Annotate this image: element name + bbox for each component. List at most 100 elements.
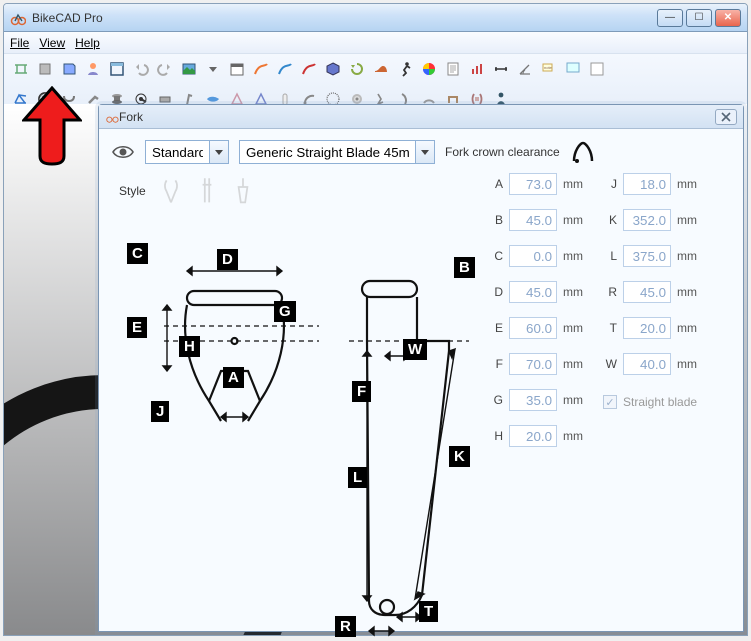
param-input-c[interactable]: [509, 245, 557, 267]
param-unit: mm: [563, 393, 583, 407]
standard-dropdown-button[interactable]: [209, 140, 229, 164]
angle-icon[interactable]: [514, 58, 536, 80]
menu-file[interactable]: File: [10, 36, 29, 50]
standard-combo[interactable]: [145, 140, 229, 164]
param-label: H: [489, 429, 503, 443]
fork-diagram: [109, 221, 489, 641]
crown-clearance-icon[interactable]: [570, 139, 596, 165]
menu-help[interactable]: Help: [75, 36, 100, 50]
color-wheel-icon[interactable]: [418, 58, 440, 80]
diagram-tag-g: G: [274, 301, 296, 322]
maximize-button[interactable]: ☐: [686, 9, 712, 27]
swoosh3-icon[interactable]: [298, 58, 320, 80]
menu-view[interactable]: View: [39, 36, 65, 50]
param-unit: mm: [563, 429, 583, 443]
diagram-tag-a: A: [223, 367, 244, 388]
param-unit: mm: [563, 285, 583, 299]
param-input-e[interactable]: [509, 317, 557, 339]
style-option-1-icon[interactable]: [160, 176, 182, 206]
tutorial-arrow: [22, 86, 82, 166]
chart-icon[interactable]: [466, 58, 488, 80]
param-d: Dmm: [489, 281, 583, 303]
blade-input[interactable]: [239, 140, 415, 164]
rotate-icon[interactable]: [346, 58, 368, 80]
param-input-a[interactable]: [509, 173, 557, 195]
parameters-col-right: JmmKmmLmmRmmTmmWmm✓Straight blade: [603, 173, 697, 603]
diagram-tag-f: F: [352, 381, 371, 402]
param-input-k[interactable]: [623, 209, 671, 231]
param-label: W: [603, 357, 617, 371]
param-input-r[interactable]: [623, 281, 671, 303]
diagram-tag-j: J: [151, 401, 169, 422]
diagram-tag-k: K: [449, 446, 470, 467]
window-icon[interactable]: [106, 58, 128, 80]
swoosh2-icon[interactable]: [274, 58, 296, 80]
param-input-d[interactable]: [509, 281, 557, 303]
picture-icon[interactable]: [178, 58, 200, 80]
menubar: File View Help: [4, 32, 747, 54]
param-label: J: [603, 177, 617, 191]
param-b: Bmm: [489, 209, 583, 231]
runner-icon[interactable]: [394, 58, 416, 80]
param-unit: mm: [677, 285, 697, 299]
redo-icon[interactable]: [154, 58, 176, 80]
blank-icon[interactable]: [586, 58, 608, 80]
param-input-l[interactable]: [623, 245, 671, 267]
checkbox-label: Straight blade: [623, 395, 697, 409]
cube-icon[interactable]: [322, 58, 344, 80]
param-unit: mm: [677, 357, 697, 371]
diagram-tag-b: B: [454, 257, 475, 278]
people-icon[interactable]: [82, 58, 104, 80]
param-label: R: [603, 285, 617, 299]
param-label: F: [489, 357, 503, 371]
blade-dropdown-button[interactable]: [415, 140, 435, 164]
style-option-3-icon[interactable]: [232, 176, 254, 206]
param-g: Gmm: [489, 389, 583, 411]
diagram-tag-c: C: [127, 243, 148, 264]
part-icon[interactable]: [34, 58, 56, 80]
dimensions-icon[interactable]: [10, 58, 32, 80]
param-label: E: [489, 321, 503, 335]
param-unit: mm: [563, 321, 583, 335]
param-input-f[interactable]: [509, 353, 557, 375]
diagram-tag-t: T: [419, 601, 438, 622]
style-option-2-icon[interactable]: [196, 176, 218, 206]
save-icon[interactable]: [58, 58, 80, 80]
param-input-t[interactable]: [623, 317, 671, 339]
app-icon: [10, 10, 26, 26]
notes-icon[interactable]: [442, 58, 464, 80]
minimize-button[interactable]: —: [657, 9, 683, 27]
param-input-h[interactable]: [509, 425, 557, 447]
standard-input[interactable]: [145, 140, 209, 164]
calendar-icon[interactable]: [226, 58, 248, 80]
note-tag-icon[interactable]: note: [538, 58, 560, 80]
param-j: Jmm: [603, 173, 697, 195]
measure-icon[interactable]: [490, 58, 512, 80]
diagram-tag-l: L: [348, 467, 367, 488]
diagram-tag-d: D: [217, 249, 238, 270]
dropdown-icon[interactable]: [202, 58, 224, 80]
panel-icon[interactable]: [562, 58, 584, 80]
shoe-icon[interactable]: [370, 58, 392, 80]
svg-text:note: note: [544, 65, 553, 70]
style-label: Style: [119, 184, 146, 198]
style-row: Style: [109, 171, 489, 211]
close-button[interactable]: ✕: [715, 9, 741, 27]
parameters-col-left: AmmBmmCmmDmmEmmFmmGmmHmm: [489, 173, 583, 603]
param-input-j[interactable]: [623, 173, 671, 195]
swoosh1-icon[interactable]: [250, 58, 272, 80]
dialog-title: Fork: [119, 110, 715, 124]
param-w: Wmm: [603, 353, 697, 375]
param-a: Amm: [489, 173, 583, 195]
visibility-icon[interactable]: [111, 143, 135, 161]
param-input-g[interactable]: [509, 389, 557, 411]
undo-icon[interactable]: [130, 58, 152, 80]
blade-combo[interactable]: [239, 140, 435, 164]
dialog-close-button[interactable]: [715, 109, 737, 125]
param-label: C: [489, 249, 503, 263]
param-unit: mm: [677, 321, 697, 335]
param-input-b[interactable]: [509, 209, 557, 231]
param-input-w[interactable]: [623, 353, 671, 375]
straight-blade-checkbox[interactable]: ✓Straight blade: [603, 395, 697, 409]
param-unit: mm: [677, 177, 697, 191]
